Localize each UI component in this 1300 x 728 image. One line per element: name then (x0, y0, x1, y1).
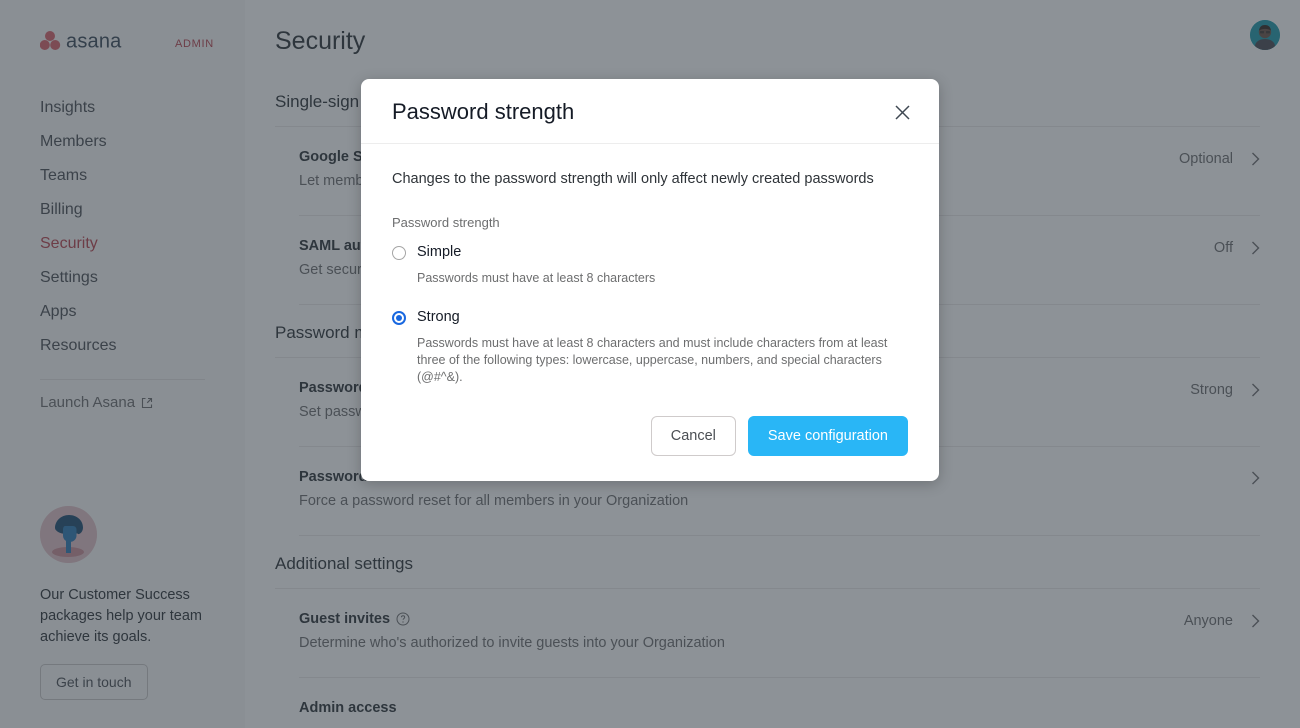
radio-description-strong: Passwords must have at least 8 character… (417, 335, 908, 386)
radio-label-strong: Strong (417, 309, 460, 325)
radio-strong-content: Strong Passwords must have at least 8 ch… (417, 308, 908, 386)
dialog-description: Changes to the password strength will on… (392, 171, 908, 187)
cancel-button[interactable]: Cancel (651, 416, 736, 456)
dialog-header: Password strength (361, 79, 939, 144)
radio-label-simple: Simple (417, 244, 461, 260)
dialog-title: Password strength (392, 99, 574, 125)
dialog-body: Changes to the password strength will on… (361, 144, 939, 386)
password-strength-dialog: Password strength Changes to the passwor… (361, 79, 939, 481)
password-strength-radio-group: Simple Passwords must have at least 8 ch… (392, 243, 908, 386)
radio-description-simple: Passwords must have at least 8 character… (417, 270, 655, 287)
radio-option-strong[interactable]: Strong Passwords must have at least 8 ch… (392, 308, 908, 386)
dialog-footer: Cancel Save configuration (361, 386, 939, 481)
radio-option-simple[interactable]: Simple Passwords must have at least 8 ch… (392, 243, 908, 287)
close-icon[interactable] (890, 100, 915, 125)
radio-simple-content: Simple Passwords must have at least 8 ch… (417, 243, 655, 287)
radio-indicator-strong[interactable] (392, 311, 406, 325)
password-strength-field-label: Password strength (392, 215, 908, 230)
radio-indicator-simple[interactable] (392, 246, 406, 260)
admin-console-screen: asana ADMIN Insights Members Teams Billi… (0, 0, 1300, 728)
save-configuration-button[interactable]: Save configuration (748, 416, 908, 456)
